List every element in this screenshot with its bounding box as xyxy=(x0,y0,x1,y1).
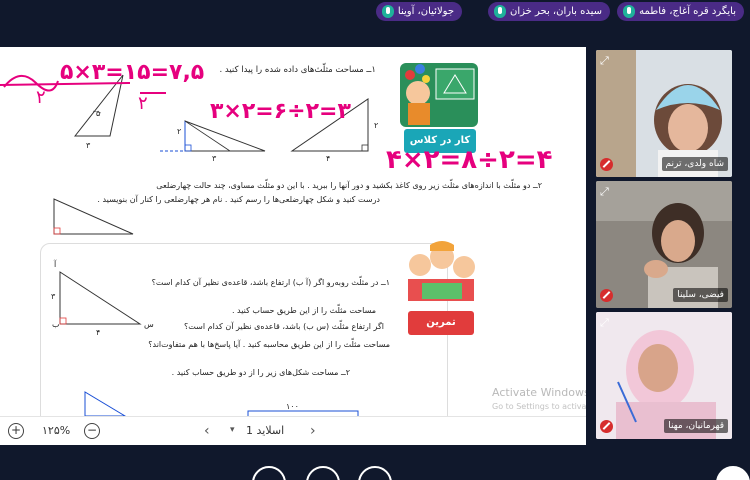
exercise-line-3: اگر ارتفاع مثلّث (س ب) باشد، قاعده‌ی نظی… xyxy=(184,322,384,331)
mic-muted-icon xyxy=(600,158,613,171)
activate-windows-title: Activate Windows xyxy=(492,386,586,399)
vertex-a-label: آ xyxy=(54,260,57,269)
participant-pill[interactable]: سیده باران، بحر خزان xyxy=(487,2,610,21)
app-root: بایگرد قره آغاج، فاطمه سیده باران، بحر خ… xyxy=(0,0,750,480)
slide-toolbar: + ۱۲۵% − ‹ اسلاید 1 ▾ › xyxy=(0,416,586,445)
participant-name: سیده باران، بحر خزان xyxy=(509,6,602,17)
microphone-icon xyxy=(381,5,394,18)
slide-selector[interactable]: اسلاید 1 xyxy=(246,424,284,437)
video-tile[interactable]: ⤢ فیضی، سلینا xyxy=(596,181,732,308)
control-button[interactable] xyxy=(306,466,340,480)
vertex-s-label: س xyxy=(144,320,154,329)
microphone-icon xyxy=(493,5,506,18)
chevron-left-icon[interactable]: ‹ xyxy=(204,423,210,439)
activate-windows-subtitle: Go to Settings to activate Windows. xyxy=(492,402,586,411)
expand-icon[interactable]: ⤢ xyxy=(600,316,609,330)
participant-pill[interactable]: جولائیان، آوینا xyxy=(375,2,462,21)
participant-name: بایگرد قره آغاج، فاطمه xyxy=(639,6,736,17)
participant-name: جولائیان، آوینا xyxy=(397,6,454,17)
exercise-triangle xyxy=(59,271,142,325)
participants-bar: بایگرد قره آغاج، فاطمه سیده باران، بحر خ… xyxy=(0,0,750,24)
handwritten-calculation-1: ۵×۳=۱۵=۷,۵ xyxy=(60,60,205,85)
participant-pill[interactable]: بایگرد قره آغاج، فاطمه xyxy=(617,2,744,21)
control-button[interactable] xyxy=(358,466,392,480)
shared-slide: ۱ــ مساحت مثلّث‌های داده شده را پیدا کنی… xyxy=(0,47,586,445)
handwritten-calculation-3: ۴×۲=۸÷۲=۴ xyxy=(386,145,553,175)
zoom-level: ۱۲۵% xyxy=(42,424,71,437)
handwritten-denominator-1: ۲ xyxy=(36,87,46,108)
video-tile[interactable]: ⤢ شاه ولدی، ترنم xyxy=(596,50,732,177)
microphone-icon xyxy=(623,5,636,18)
chevron-right-icon[interactable]: › xyxy=(310,423,316,439)
side-3-label: ۳ xyxy=(51,292,56,301)
handwritten-denominator-2: ۲ xyxy=(138,93,148,114)
vertex-b-label: ب xyxy=(52,320,60,329)
handwritten-calculation-2: ۳×۲=۶÷۲=۳ xyxy=(210,99,351,124)
exercise-line-2: مساحت مثلّث را از این طریق حساب کنید . xyxy=(231,306,376,315)
zoom-in-button[interactable]: + xyxy=(8,423,24,439)
zoom-out-button[interactable]: − xyxy=(84,423,100,439)
chevron-down-icon[interactable]: ▾ xyxy=(230,425,235,435)
participant-name: قهرمانیان، مهنا xyxy=(664,419,728,433)
expand-icon[interactable]: ⤢ xyxy=(600,185,609,199)
mic-muted-icon xyxy=(600,289,613,302)
participant-name: شاه ولدی، ترنم xyxy=(661,157,728,171)
control-button[interactable] xyxy=(716,466,750,480)
expand-icon[interactable]: ⤢ xyxy=(600,54,609,68)
exercise-line-4: مساحت مثلّث را از این طریق محاسبه کنید .… xyxy=(148,340,390,349)
figure-100-label: ۱۰۰ xyxy=(286,402,299,411)
exercise-question-2: ۲ــ مساحت شکل‌های زیر را از دو طریق حساب… xyxy=(171,368,350,377)
control-button[interactable] xyxy=(252,466,286,480)
mic-muted-icon xyxy=(600,420,613,433)
side-4-label: ۴ xyxy=(96,328,101,337)
exercise-line-1: ۱ــ در مثلّث روبه‌رو اگر (آ ب) ارتفاع با… xyxy=(151,278,390,287)
video-tile[interactable]: ⤢ قهرمانیان، مهنا xyxy=(596,312,732,439)
participant-name: فیضی، سلینا xyxy=(673,288,728,302)
